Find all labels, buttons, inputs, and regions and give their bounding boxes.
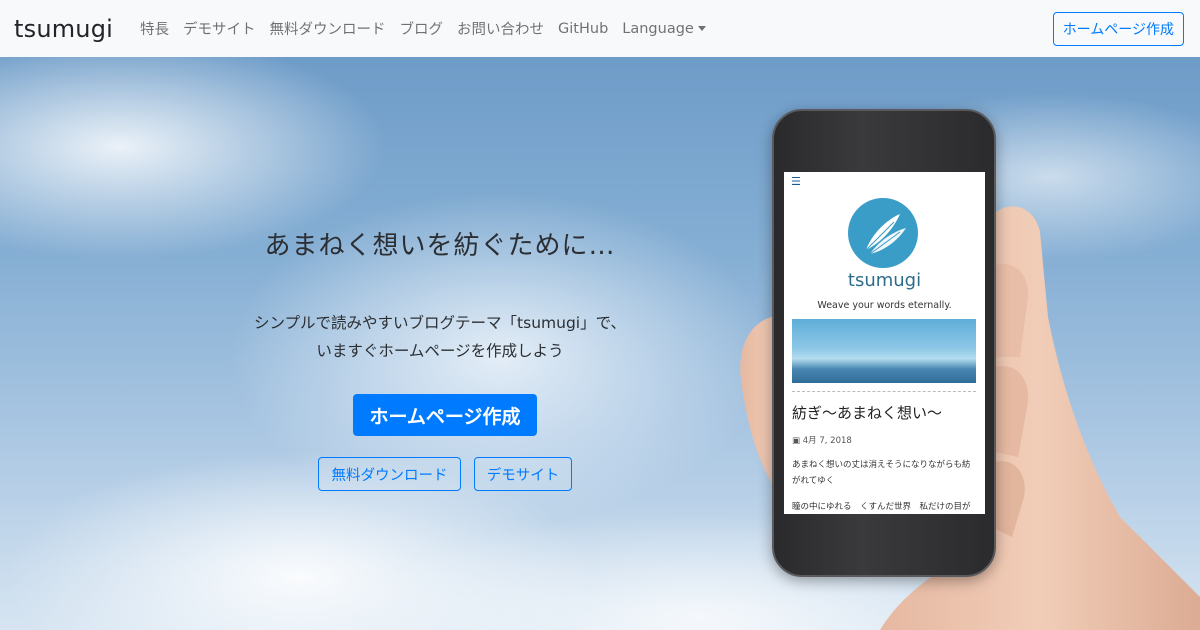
feather-logo-icon <box>848 198 918 268</box>
free-download-button[interactable]: 無料ダウンロード <box>318 457 461 491</box>
navbar-cta-button[interactable]: ホームページ作成 <box>1052 11 1184 46</box>
screen-brand: tsumugi <box>847 270 922 291</box>
nav-link-download[interactable]: 無料ダウンロード <box>263 18 393 39</box>
nav-links: 特長 デモサイト 無料ダウンロード ブログ お問い合わせ GitHub Lang… <box>133 18 713 39</box>
calendar-icon: ▣ <box>792 436 801 446</box>
nav-link-contact[interactable]: お問い合わせ <box>450 18 551 39</box>
phone-screen: ☰ tsumugi Weave your words eternally. 紡ぎ… <box>784 172 985 514</box>
language-label: Language <box>622 20 694 37</box>
create-homepage-button[interactable]: ホームページ作成 <box>353 394 537 436</box>
hamburger-icon: ☰ <box>791 175 801 188</box>
caret-down-icon <box>697 26 706 31</box>
divider <box>792 391 976 392</box>
language-dropdown[interactable]: Language <box>615 21 713 37</box>
post-title: 紡ぎ〜あまねく想い〜 <box>792 404 943 422</box>
post-body-line2: 瞳の中にゆれる くすんだ世界 私だけの目が <box>792 502 971 512</box>
hero-subtext-line1: シンプルで読みやすいブログテーマ「tsumugi」で、 <box>254 314 626 332</box>
hero-section: あまねく想いを紡ぐために… シンプルで読みやすいブログテーマ「tsumugi」で… <box>0 57 1200 630</box>
hero-headline: あまねく想いを紡ぐために… <box>264 231 616 261</box>
post-date: 4月 7, 2018 <box>802 436 852 446</box>
brand-logo[interactable]: tsumugi <box>14 15 113 43</box>
nav-link-features[interactable]: 特長 <box>133 18 176 39</box>
nav-link-blog[interactable]: ブログ <box>393 18 451 39</box>
nav-link-github[interactable]: GitHub <box>551 21 615 37</box>
top-navbar: tsumugi 特長 デモサイト 無料ダウンロード ブログ お問い合わせ Git… <box>0 0 1200 57</box>
city-banner-image <box>792 319 976 383</box>
post-date-row: ▣ 4月 7, 2018 <box>792 434 852 446</box>
hero-subtext-line2: いますぐホームページを作成しよう <box>316 342 564 360</box>
nav-link-demo[interactable]: デモサイト <box>176 18 263 39</box>
demo-site-button[interactable]: デモサイト <box>474 457 572 491</box>
post-body-line1: あまねく想いの丈は消えそうになりながらも紡がれてゆく <box>792 460 971 486</box>
screen-tagline: Weave your words eternally. <box>817 300 952 311</box>
